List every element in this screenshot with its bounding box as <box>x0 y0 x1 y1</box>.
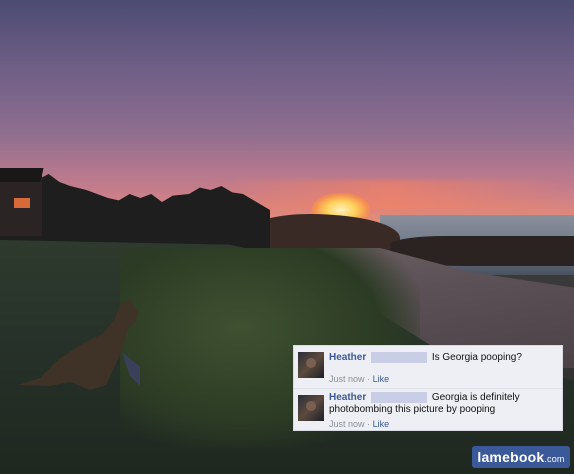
comment-text: Is Georgia pooping? <box>431 352 522 364</box>
avatar[interactable] <box>298 352 324 378</box>
commenter-name[interactable]: Heather <box>329 352 366 363</box>
comment-meta: Just now · Like <box>329 374 389 384</box>
lamebook-watermark: lamebook.com <box>472 446 570 468</box>
meta-separator: · <box>367 374 371 384</box>
house <box>0 168 44 236</box>
dog-silhouette <box>18 300 140 390</box>
watermark-main: lamebook <box>477 449 545 465</box>
like-link[interactable]: Like <box>373 419 390 429</box>
comment-item: Heather Is Georgia pooping? Just now · L… <box>294 346 562 389</box>
comment-meta: Just now · Like <box>329 419 389 429</box>
comment-item: Heather Georgia is definitely photobombi… <box>294 389 562 433</box>
comment-time: Just now <box>329 419 365 429</box>
avatar[interactable] <box>298 395 324 421</box>
like-link[interactable]: Like <box>373 374 390 384</box>
comment-time: Just now <box>329 374 365 384</box>
redacted-surname <box>371 392 428 403</box>
commenter-name[interactable]: Heather <box>329 392 366 403</box>
meta-separator: · <box>367 419 371 429</box>
facebook-comments: Heather Is Georgia pooping? Just now · L… <box>293 345 563 431</box>
watermark-suffix: .com <box>544 454 565 464</box>
redacted-surname <box>371 352 428 363</box>
